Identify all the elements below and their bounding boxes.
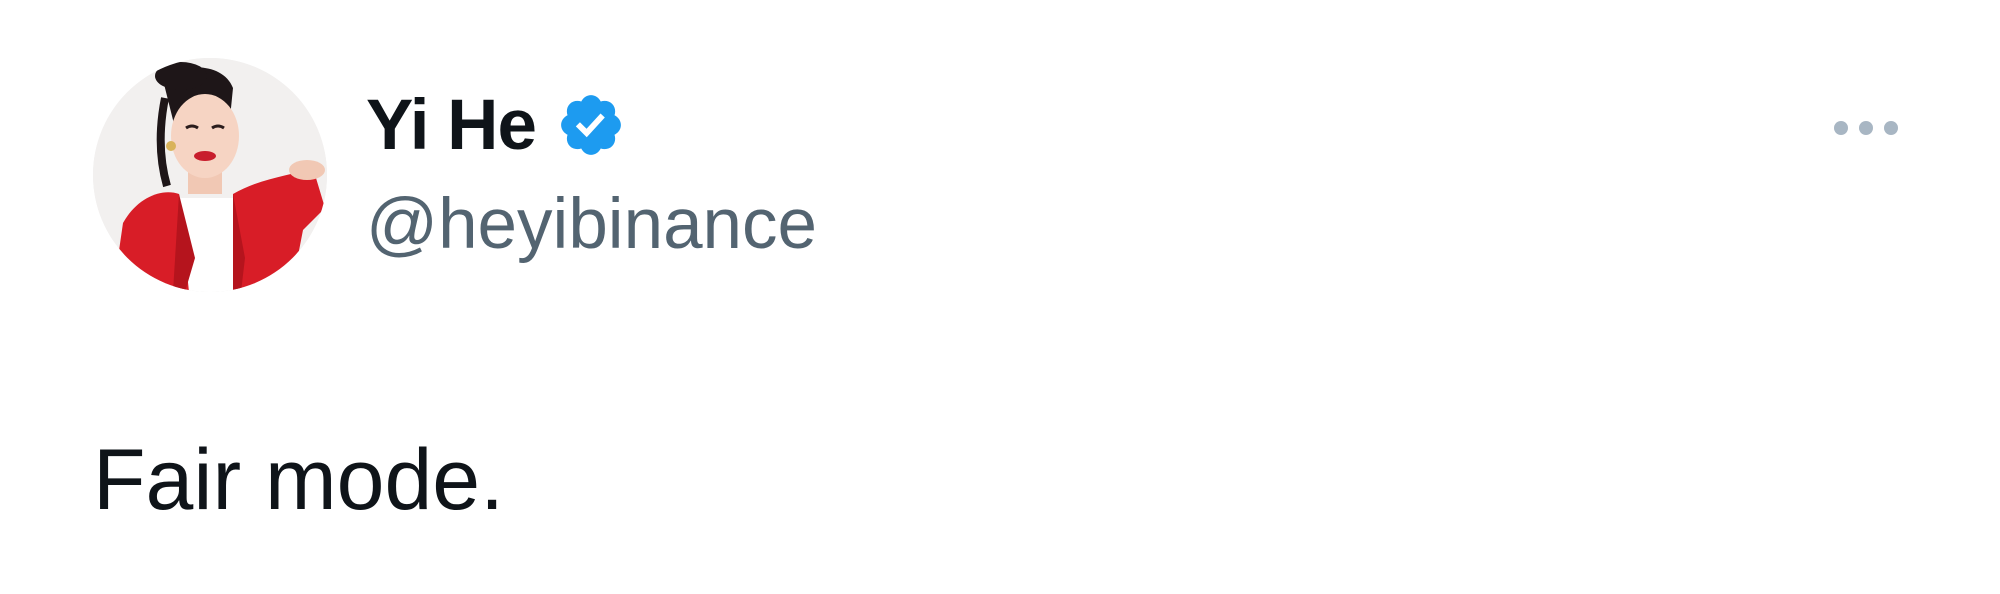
more-options-icon[interactable] — [1826, 110, 1906, 146]
user-handle[interactable]: @heyibinance — [366, 182, 817, 268]
display-name[interactable]: Yi He — [366, 90, 537, 161]
verified-badge-icon[interactable] — [556, 90, 626, 160]
profile-photo — [93, 58, 327, 292]
avatar[interactable] — [93, 58, 327, 292]
tweet-text: Fair mode. — [93, 432, 505, 528]
tweet-card: Yi He @heyibinance Fair mode. — [0, 0, 2000, 594]
author-row: Yi He — [366, 82, 626, 168]
